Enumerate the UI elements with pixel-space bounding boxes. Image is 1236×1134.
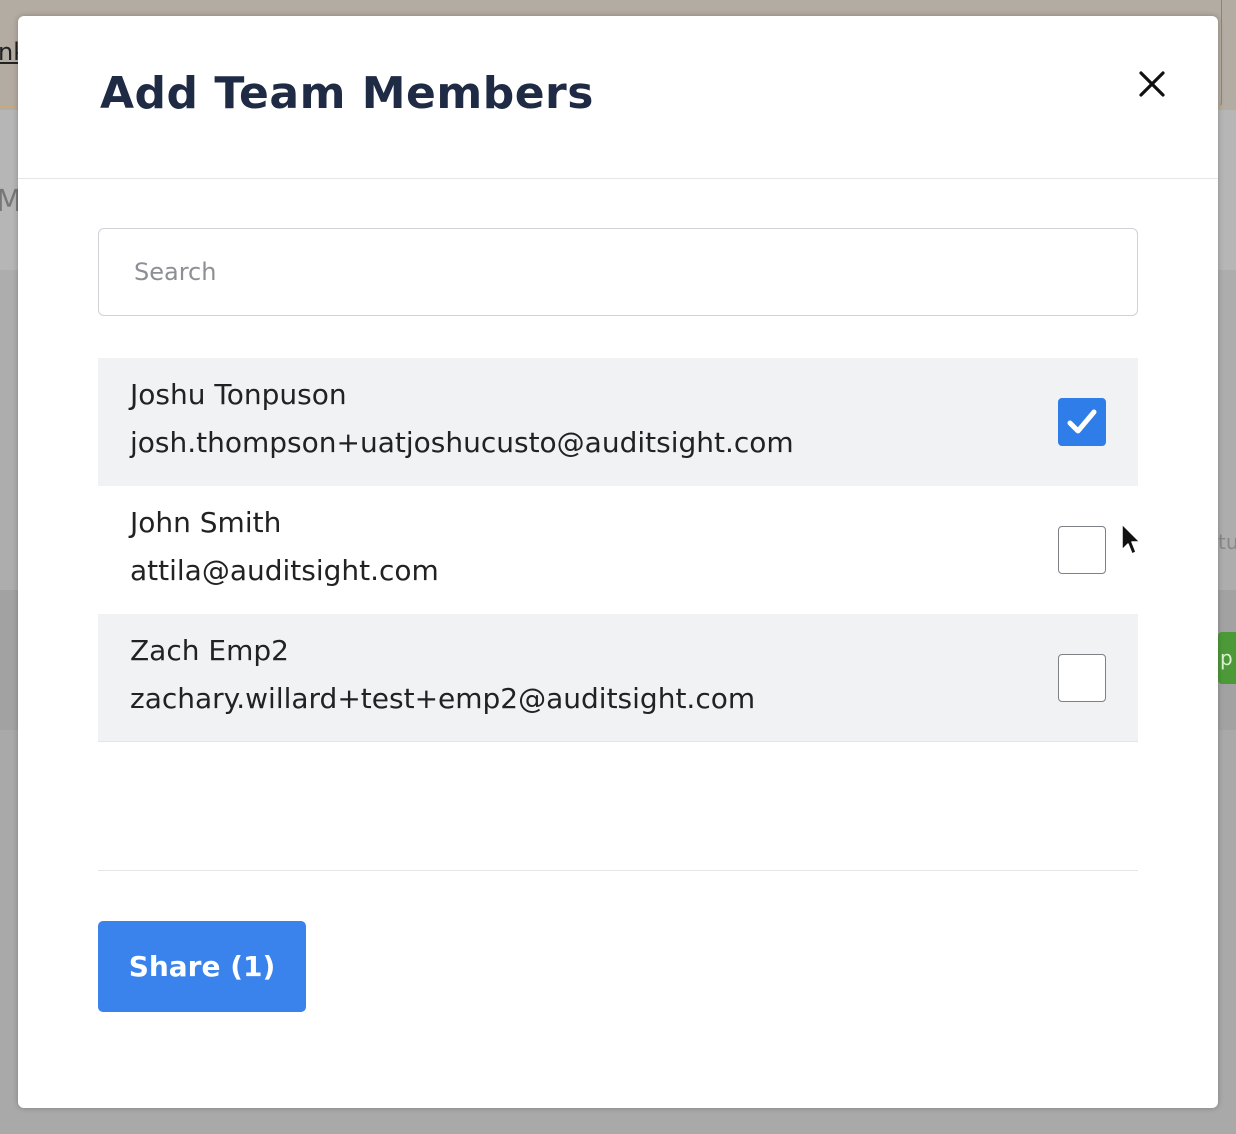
- member-row[interactable]: Zach Emp2 zachary.willard+test+emp2@audi…: [98, 614, 1138, 742]
- member-name: Zach Emp2: [130, 634, 289, 667]
- background-button: p: [1218, 632, 1236, 684]
- member-email: attila@auditsight.com: [130, 554, 439, 587]
- close-button[interactable]: [1134, 66, 1170, 102]
- member-email: josh.thompson+uatjoshucusto@auditsight.c…: [130, 426, 794, 459]
- member-checkbox[interactable]: [1058, 398, 1106, 446]
- background-button-label: p: [1220, 646, 1233, 670]
- add-team-members-modal: Add Team Members Joshu Tonpuson josh.tho…: [18, 16, 1218, 1108]
- modal-header: Add Team Members: [18, 16, 1218, 179]
- close-icon: [1139, 71, 1165, 97]
- footer-divider: [98, 870, 1138, 871]
- member-list: Joshu Tonpuson josh.thompson+uatjoshucus…: [98, 358, 1138, 742]
- member-checkbox[interactable]: [1058, 654, 1106, 702]
- search-input[interactable]: [98, 228, 1138, 316]
- member-name: John Smith: [130, 506, 282, 539]
- member-row[interactable]: Joshu Tonpuson josh.thompson+uatjoshucus…: [98, 358, 1138, 486]
- background-text: tu: [1218, 530, 1236, 554]
- checkmark-icon: [1067, 409, 1097, 434]
- mouse-cursor-icon: [1121, 523, 1141, 555]
- share-button[interactable]: Share (1): [98, 921, 306, 1012]
- member-row[interactable]: John Smith attila@auditsight.com: [98, 486, 1138, 614]
- member-email: zachary.willard+test+emp2@auditsight.com: [130, 682, 756, 715]
- member-checkbox[interactable]: [1058, 526, 1106, 574]
- member-name: Joshu Tonpuson: [130, 378, 347, 411]
- modal-title: Add Team Members: [100, 68, 594, 119]
